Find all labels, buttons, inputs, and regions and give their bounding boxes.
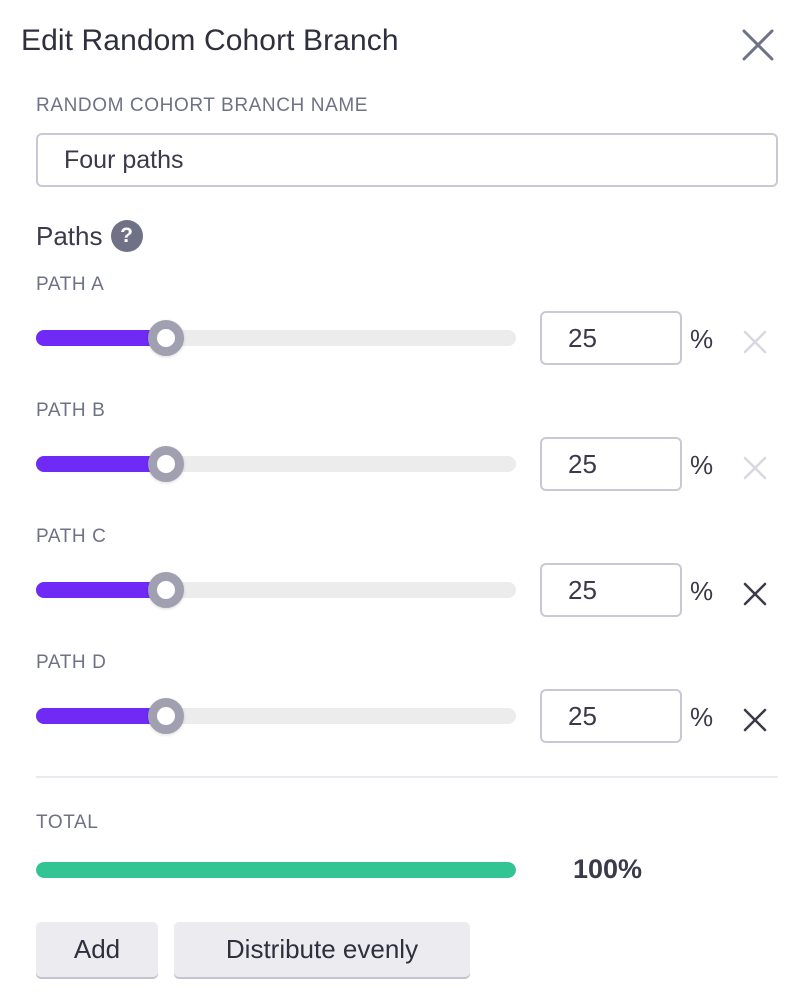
path-label: PATH C [36,526,107,547]
remove-path-button [742,329,768,355]
dialog-title: Edit Random Cohort Branch [21,24,399,57]
slider-fill [36,330,166,346]
percent-sign: % [690,576,714,606]
branch-name-input[interactable] [36,133,778,187]
path-slider[interactable] [36,446,516,482]
path-slider[interactable] [36,320,516,356]
branch-name-label: RANDOM COHORT BRANCH NAME [36,95,369,116]
close-icon [743,330,767,354]
divider [36,776,778,778]
slider-thumb[interactable] [148,446,184,482]
total-value: 100% [573,854,643,884]
path-percent-input[interactable] [540,563,682,617]
slider-fill [36,708,166,724]
remove-path-button[interactable] [742,707,768,733]
paths-heading: Paths ? [36,220,143,252]
close-icon [743,708,767,732]
path-slider[interactable] [36,572,516,608]
path-percent-input[interactable] [540,689,682,743]
total-label: TOTAL [36,812,99,833]
close-button[interactable] [740,27,776,63]
slider-fill [36,456,166,472]
path-label: PATH D [36,652,107,673]
paths-heading-text: Paths [36,220,103,251]
percent-sign: % [690,450,714,480]
total-progress-fill [36,862,516,878]
slider-thumb[interactable] [148,320,184,356]
add-path-button[interactable]: Add [36,922,158,977]
close-icon [742,29,774,61]
remove-path-button [742,455,768,481]
close-icon [743,456,767,480]
total-progress-bar [36,862,516,878]
path-percent-input[interactable] [540,311,682,365]
path-percent-input[interactable] [540,437,682,491]
help-icon[interactable]: ? [110,220,143,252]
remove-path-button[interactable] [742,581,768,607]
path-label: PATH B [36,400,106,421]
close-icon [743,582,767,606]
percent-sign: % [690,702,714,732]
path-slider[interactable] [36,698,516,734]
distribute-evenly-button[interactable]: Distribute evenly [174,922,470,977]
slider-fill [36,582,166,598]
slider-thumb[interactable] [148,698,184,734]
path-label: PATH A [36,274,105,295]
percent-sign: % [690,324,714,354]
slider-thumb[interactable] [148,572,184,608]
